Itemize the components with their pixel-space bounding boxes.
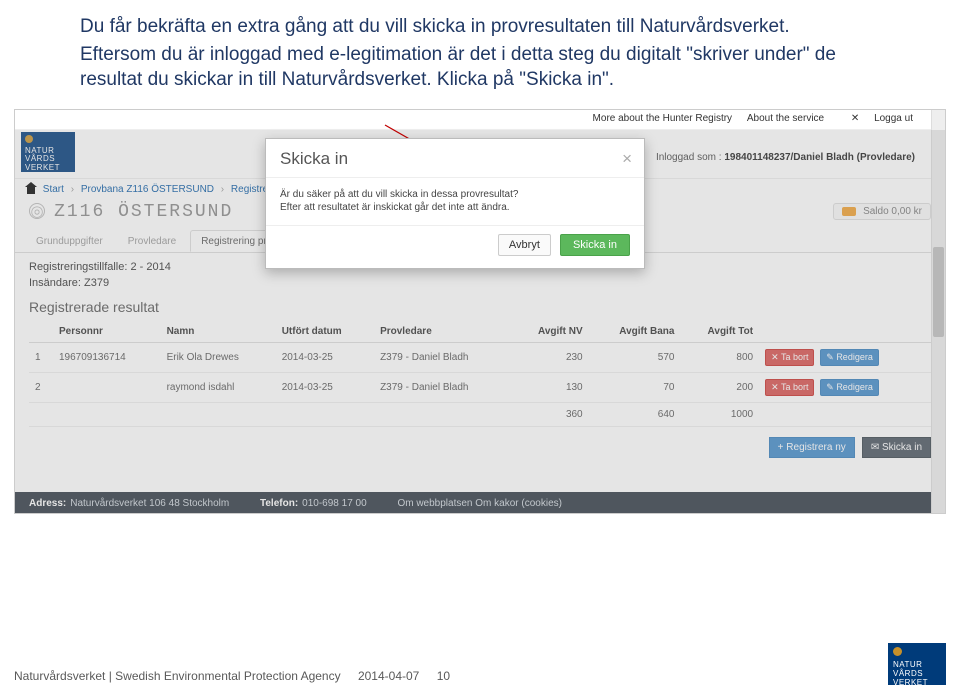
close-icon: ✕ (851, 113, 859, 124)
modal-body: Är du säker på att du vill skicka in des… (266, 178, 644, 225)
cancel-button[interactable]: Avbryt (498, 234, 551, 256)
submit-button[interactable]: Skicka in (560, 234, 630, 256)
modal-header: Skicka in × (266, 139, 644, 178)
link-about-service[interactable]: About the service (747, 113, 824, 124)
link-logout[interactable]: ✕ Logga ut (839, 113, 913, 124)
instruction-p2: Eftersom du är inloggad med e-legitimati… (80, 42, 880, 93)
screenshot-container: More about the Hunter Registry About the… (14, 109, 946, 514)
instruction-p1: Du får bekräfta en extra gång att du vil… (80, 14, 880, 40)
slide-instruction: Du får bekräfta en extra gång att du vil… (0, 0, 960, 101)
modal-close-icon[interactable]: × (622, 149, 632, 169)
naturvardsverket-logo-corner: NATUR VÅRDS VERKET (888, 643, 946, 685)
footer-org: Naturvårdsverket | Swedish Environmental… (14, 669, 341, 683)
top-nav: More about the Hunter Registry About the… (15, 110, 945, 130)
slide-footer: Naturvårdsverket | Swedish Environmental… (14, 669, 450, 683)
confirm-submit-modal: Skicka in × Är du säker på att du vill s… (265, 138, 645, 269)
link-more-hunter-registry[interactable]: More about the Hunter Registry (593, 113, 733, 124)
modal-title: Skicka in (280, 149, 348, 168)
modal-footer: Avbryt Skicka in (266, 225, 644, 268)
footer-page: 10 (437, 669, 450, 683)
footer-date: 2014-04-07 (358, 669, 419, 683)
home-icon[interactable] (25, 184, 37, 194)
